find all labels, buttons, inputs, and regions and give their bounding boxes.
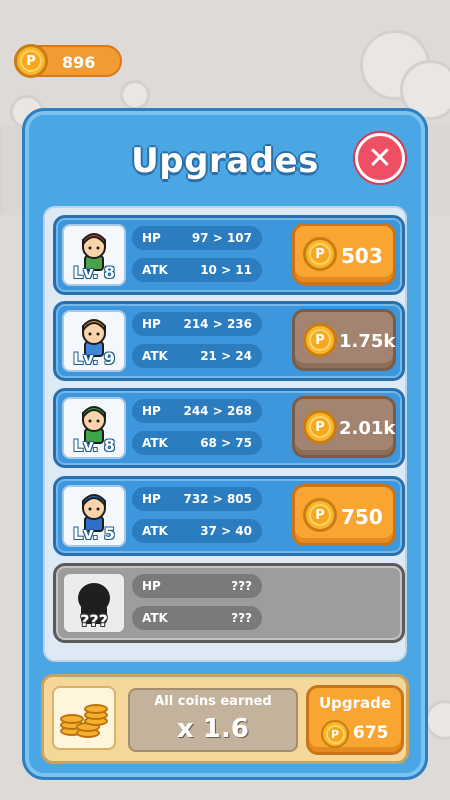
- atk-value: 10 > 11: [200, 263, 252, 277]
- close-icon: ✕: [367, 140, 393, 176]
- upgrades-panel: Upgrades ✕ Lv. 8 HP 97 > 107 ATK 10 > 11: [22, 108, 428, 780]
- hero-row-locked: ??? HP ??? ATK ???: [53, 563, 405, 643]
- coin-multiplier-label: All coins earned: [154, 694, 272, 709]
- atk-label: ATK: [142, 524, 168, 538]
- hp-stat: HP ???: [132, 574, 262, 598]
- hp-label: HP: [142, 579, 161, 593]
- hp-stat: HP 214 > 236: [132, 312, 262, 336]
- coin-icon: P: [303, 410, 337, 444]
- hero-upgrade-button[interactable]: P 503: [292, 223, 396, 285]
- hero-portrait: Lv. 9: [62, 310, 126, 372]
- hp-stat: HP 97 > 107: [132, 226, 262, 250]
- coin-icon: P: [321, 720, 349, 748]
- coin-counter: P 896: [14, 44, 122, 78]
- upgrade-button-label: Upgrade: [318, 694, 392, 712]
- hp-stat: HP 244 > 268: [132, 399, 262, 423]
- coin-stack-icon: [52, 686, 116, 750]
- atk-value: ???: [231, 611, 252, 625]
- hero-row: Lv. 9 HP 214 > 236 ATK 21 > 24 P 1.75k: [53, 301, 405, 381]
- atk-stat: ATK 68 > 75: [132, 431, 262, 455]
- hero-level: Lv. 5: [72, 524, 116, 543]
- hp-value: ???: [231, 579, 252, 593]
- atk-value: 21 > 24: [200, 349, 252, 363]
- atk-label: ATK: [142, 436, 168, 450]
- coin-multiplier-box: All coins earned x 1.6: [128, 688, 298, 752]
- hero-portrait: Lv. 5: [62, 485, 126, 547]
- hero-portrait-locked: ???: [62, 572, 126, 634]
- hp-value: 97 > 107: [191, 231, 252, 245]
- close-button[interactable]: ✕: [355, 133, 405, 183]
- coin-icon: P: [303, 323, 337, 357]
- atk-label: ATK: [142, 611, 168, 625]
- hp-label: HP: [142, 404, 161, 418]
- hp-stat: HP 732 > 805: [132, 487, 262, 511]
- upgrade-price: 2.01k: [339, 418, 396, 439]
- hero-upgrade-button[interactable]: P 2.01k: [292, 396, 396, 458]
- coin-bonus-section: All coins earned x 1.6 Upgrade P 675: [41, 674, 409, 764]
- upgrade-price: 675: [353, 723, 389, 743]
- atk-stat: ATK 21 > 24: [132, 344, 262, 368]
- atk-value: 68 > 75: [200, 436, 252, 450]
- hero-portrait: Lv. 8: [62, 224, 126, 286]
- atk-stat: ATK 37 > 40: [132, 519, 262, 543]
- atk-stat: ATK 10 > 11: [132, 258, 262, 282]
- hero-level: Lv. 9: [72, 349, 116, 368]
- hero-upgrade-button[interactable]: P 1.75k: [292, 309, 396, 371]
- upgrade-price: 750: [341, 505, 383, 529]
- upgrade-price: 1.75k: [339, 331, 396, 352]
- hero-row: Lv. 5 HP 732 > 805 ATK 37 > 40 P 750: [53, 476, 405, 556]
- atk-value: 37 > 40: [200, 524, 252, 538]
- upgrade-multiplier-button[interactable]: Upgrade P 675: [306, 685, 404, 755]
- hero-level: Lv. 8: [72, 436, 116, 455]
- hero-row: Lv. 8 HP 244 > 268 ATK 68 > 75 P 2.01k: [53, 388, 405, 468]
- hero-upgrade-button[interactable]: P 750: [292, 484, 396, 546]
- hp-value: 214 > 236: [183, 317, 252, 331]
- hp-label: HP: [142, 317, 161, 331]
- hero-level: ???: [80, 611, 108, 630]
- upgrade-price: 503: [341, 244, 383, 268]
- hero-row: Lv. 8 HP 97 > 107 ATK 10 > 11 P 503: [53, 215, 405, 295]
- atk-stat: ATK ???: [132, 606, 262, 630]
- background-bubble: [425, 700, 450, 740]
- hero-level: Lv. 8: [72, 263, 116, 282]
- hp-value: 244 > 268: [183, 404, 252, 418]
- coin-icon: P: [303, 237, 337, 271]
- hp-label: HP: [142, 492, 161, 506]
- hp-label: HP: [142, 231, 161, 245]
- coin-icon: P: [14, 44, 48, 78]
- background-bubble: [120, 80, 150, 110]
- coin-multiplier-value: x 1.6: [177, 714, 249, 744]
- hero-portrait: Lv. 8: [62, 397, 126, 459]
- hp-value: 732 > 805: [183, 492, 252, 506]
- coin-count: 896: [62, 53, 96, 72]
- atk-label: ATK: [142, 263, 168, 277]
- coin-icon: P: [303, 498, 337, 532]
- atk-label: ATK: [142, 349, 168, 363]
